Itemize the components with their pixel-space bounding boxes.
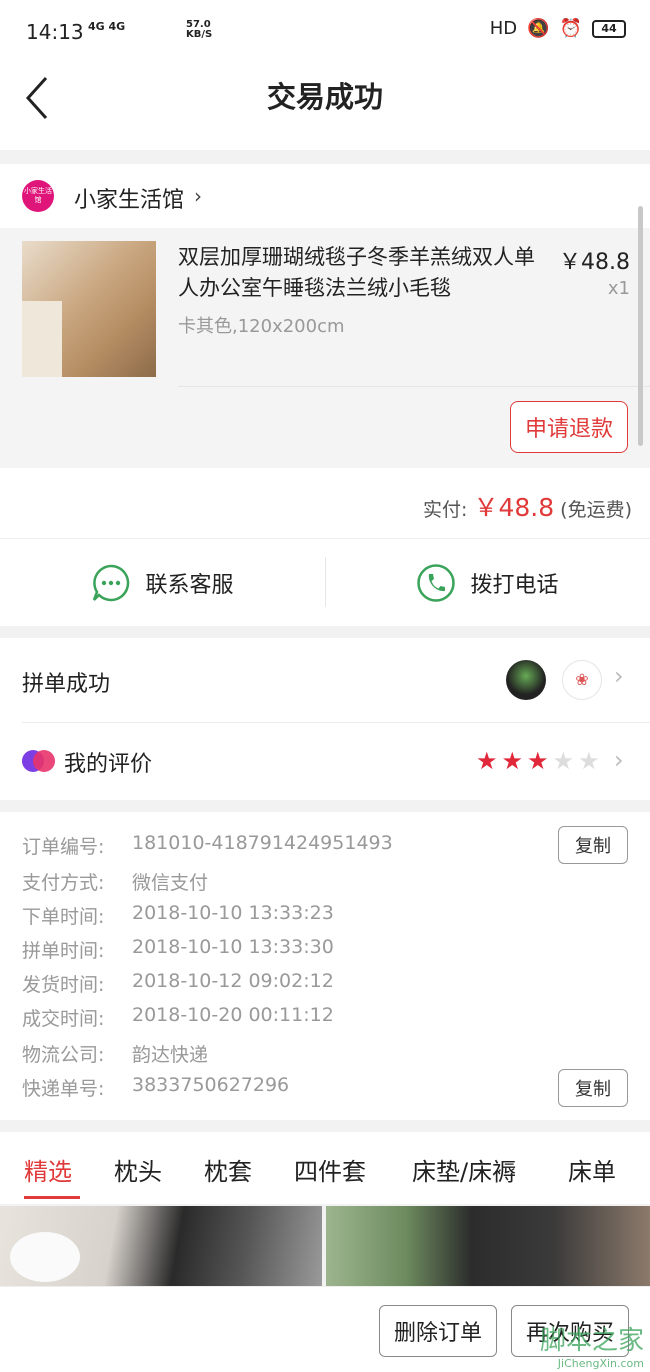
status-right-icons: HD 🔕 ⏰ 44 [490,18,626,39]
order-info-key: 发货时间: [22,974,105,996]
product-card[interactable]: 双层加厚珊瑚绒毯子冬季羊羔绒双人单人办公室午睡毯法兰绒小毛毯 卡其色,120x2… [0,228,650,468]
page-title: 交易成功 [266,80,383,114]
refund-button[interactable]: 申请退款 [510,401,628,453]
tab-2[interactable]: 枕套 [204,1152,252,1187]
star-icon: ★ [476,747,498,775]
order-info-key: 支付方式: [22,872,105,894]
scrollbar[interactable] [638,206,643,446]
star-icon: ★ [501,747,524,775]
contact-bar: 联系客服 拨打电话 [0,538,650,626]
my-review-label: 我的评价 [64,752,153,777]
review-logo-icon [22,750,55,772]
copy-tracking-number-button[interactable]: 复制 [558,1069,628,1107]
delete-order-button[interactable]: 删除订单 [379,1305,497,1357]
category-tabs: 精选 枕头 枕套 四件套 床垫/床褥 床单 [0,1132,650,1204]
order-info-value: 2018-10-20 00:11:12 [132,1004,334,1026]
star-icon: ★ [578,747,600,775]
order-info-value: 微信支付 [132,872,209,894]
order-info-row: 发货时间: 2018-10-12 09:02:12 [22,970,334,997]
bottom-action-bar: 删除订单 再次购买 脚本之家 JiChengXin.com [0,1286,650,1372]
order-info-key: 订单编号: [22,836,105,858]
rating-stars: ★ ★ ★ ★ ★ [476,747,600,775]
order-info-row: 支付方式: 微信支付 [22,868,208,895]
chevron-right-icon: › [194,184,202,208]
call-phone-label: 拨打电话 [470,573,559,598]
divider [178,386,650,387]
product-price: ￥48.8 [559,250,630,275]
order-info-value: 韵达快递 [132,1044,209,1066]
status-bar: 14:13 4G 4G 57.0 KB/S HD 🔕 ⏰ 44 [0,0,650,64]
order-info-row: 下单时间: 2018-10-10 13:33:23 [22,902,334,929]
contact-service-button[interactable]: 联系客服 [0,539,325,627]
order-info-key: 下单时间: [22,906,105,928]
alarm-icon: ⏰ [559,18,582,39]
call-phone-button[interactable]: 拨打电话 [325,539,650,627]
payment-amount: ￥48.8 [473,493,555,522]
avatar: ❀ [562,660,602,700]
mute-icon: 🔕 [527,18,550,39]
product-spec: 卡其色,120x200cm [178,316,345,337]
order-info-key: 快递单号: [22,1078,105,1100]
payment-text: 实付: ￥48.8 (免运费) [423,488,632,524]
order-info-row: 快递单号: 3833750627296 [22,1074,289,1101]
avatar [506,660,546,700]
order-info-value: 2018-10-10 13:33:30 [132,936,334,958]
network-indicator: 4G 4G [88,20,126,33]
payment-summary: 实付: ￥48.8 (免运费) [0,468,650,538]
shop-logo: 小家生活馆 [22,180,54,212]
product-quantity: x1 [607,278,630,299]
shop-row[interactable]: 小家生活馆 小家生活馆 › [0,164,650,228]
group-success-label: 拼单成功 [22,672,111,697]
divider [22,722,650,723]
status-time: 14:13 [26,20,84,44]
recommend-image[interactable] [326,1206,650,1286]
recommend-image[interactable] [0,1206,322,1286]
order-info-value: 2018-10-12 09:02:12 [132,970,334,992]
contact-service-label: 联系客服 [145,573,234,598]
watermark: 脚本之家 JiChengXin.com [540,1320,644,1370]
chevron-right-icon[interactable]: › [614,746,624,774]
order-info-key: 拼单时间: [22,940,105,962]
page-header: 交易成功 [0,64,650,150]
order-info: 复制 复制 订单编号: 181010-418791424951493 支付方式: 微信… [0,812,650,1120]
order-info-value: 2018-10-10 13:33:23 [132,902,334,924]
watermark-text: 脚本之家 [539,1326,644,1356]
tab-3[interactable]: 四件套 [294,1152,366,1187]
tab-4[interactable]: 床垫/床褥 [412,1152,516,1187]
payment-note: (免运费) [560,499,632,521]
network-speed: 57.0 KB/S [186,20,212,40]
network-speed-unit: KB/S [186,29,213,40]
active-tab-indicator [24,1196,80,1199]
payment-label: 实付: [423,499,468,521]
group-review-section: 拼单成功 ❀ › 我的评价 ★ ★ ★ ★ ★ › [0,638,650,800]
order-info-key: 物流公司: [22,1044,105,1066]
order-info-value: 3833750627296 [132,1074,290,1096]
copy-order-number-button[interactable]: 复制 [558,826,628,864]
order-info-row: 成交时间: 2018-10-20 00:11:12 [22,1004,334,1031]
order-info-key: 成交时间: [22,1008,105,1030]
phone-icon [417,564,456,602]
tab-1[interactable]: 枕头 [114,1152,162,1187]
chat-icon [93,564,130,602]
battery-icon: 44 [592,19,626,38]
product-image [22,241,156,377]
watermark-url: JiChengXin.com [557,1357,644,1370]
star-icon: ★ [527,747,549,775]
tab-5[interactable]: 床单 [568,1152,616,1187]
order-info-row: 拼单时间: 2018-10-10 13:33:30 [22,936,334,963]
order-info-row: 物流公司: 韵达快递 [22,1040,208,1067]
shop-name: 小家生活馆 [74,188,185,213]
order-info-row: 订单编号: 181010-418791424951493 [22,832,393,859]
order-info-value: 181010-418791424951493 [132,832,393,854]
hd-indicator: HD [489,18,518,39]
chevron-right-icon[interactable]: › [614,662,624,690]
star-icon: ★ [552,747,575,775]
product-title: 双层加厚珊瑚绒毯子冬季羊羔绒双人单人办公室午睡毯法兰绒小毛毯 [178,245,535,300]
tab-0[interactable]: 精选 [24,1152,72,1187]
